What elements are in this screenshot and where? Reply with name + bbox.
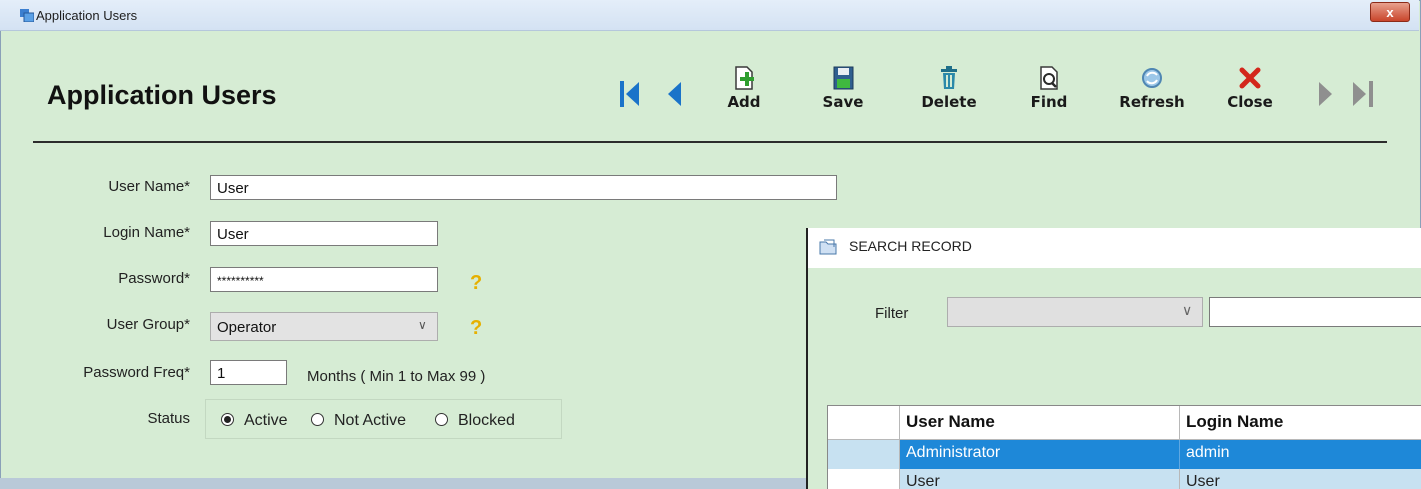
status-label: Status	[147, 410, 190, 427]
next-record-icon	[1319, 82, 1332, 106]
password-field[interactable]: **********	[210, 267, 438, 292]
save-floppy-icon	[833, 66, 854, 90]
delete-label: Delete	[921, 93, 977, 111]
add-record-icon	[735, 66, 754, 90]
header-divider	[33, 141, 1387, 143]
user-name-field[interactable]: User	[210, 175, 837, 200]
filter-label: Filter	[875, 305, 909, 322]
close-button[interactable]: Close	[1222, 64, 1278, 122]
filter-select[interactable]	[947, 297, 1203, 327]
save-label: Save	[822, 93, 864, 111]
add-button[interactable]: Add	[722, 64, 766, 122]
password-freq-label: Password Freq*	[83, 364, 190, 381]
table-row-selector[interactable]	[828, 440, 900, 469]
refresh-icon	[1142, 68, 1162, 88]
first-record-icon	[620, 81, 624, 107]
login-name-label: Login Name*	[103, 224, 190, 241]
filter-text-input[interactable]	[1209, 297, 1421, 327]
close-x-icon: x	[1386, 5, 1394, 20]
table-row-selector[interactable]	[828, 469, 900, 489]
window-title: Application Users	[36, 8, 138, 23]
app-window-icon	[20, 9, 34, 22]
table-row-cell-user-name[interactable]: User	[900, 469, 1180, 489]
user-group-select[interactable]: Operator	[210, 312, 438, 341]
add-label: Add	[727, 93, 761, 111]
first-record-arrow-icon	[626, 82, 639, 106]
user-group-label: User Group*	[106, 316, 190, 333]
chevron-down-icon: ∨	[418, 318, 427, 332]
refresh-button[interactable]: Refresh	[1112, 64, 1192, 122]
status-not-active-radio[interactable]	[311, 413, 324, 426]
last-record-icon	[1369, 81, 1373, 107]
close-x-icon	[1239, 67, 1261, 89]
search-results-grid: User Name Login Name Administrator admin…	[827, 405, 1421, 489]
window-title-bar[interactable]	[0, 0, 1419, 31]
status-not-active-label[interactable]: Not Active	[334, 412, 406, 430]
user-group-value: Operator	[217, 319, 277, 336]
table-row-cell-user-name[interactable]: Administrator	[900, 440, 1180, 469]
status-blocked-label[interactable]: Blocked	[458, 412, 515, 430]
first-record-button[interactable]	[620, 80, 650, 110]
delete-button[interactable]: Delete	[914, 64, 984, 122]
status-active-radio[interactable]	[221, 413, 234, 426]
password-label: Password*	[118, 270, 190, 287]
user-group-help-icon[interactable]: ?	[470, 317, 482, 340]
last-record-button[interactable]	[1350, 80, 1380, 110]
password-help-icon[interactable]: ?	[470, 272, 482, 295]
window-close-button[interactable]: x	[1370, 2, 1410, 22]
refresh-label: Refresh	[1119, 93, 1185, 111]
save-button[interactable]: Save	[818, 64, 868, 122]
find-label: Find	[1030, 93, 1068, 111]
table-row-cell-login-name[interactable]: admin	[1180, 440, 1421, 469]
column-header-login-name[interactable]: Login Name	[1180, 406, 1421, 440]
prev-record-button[interactable]	[664, 80, 686, 110]
close-label: Close	[1227, 93, 1273, 111]
status-blocked-radio[interactable]	[435, 413, 448, 426]
user-name-label: User Name*	[108, 178, 190, 195]
next-record-button[interactable]	[1316, 80, 1338, 110]
login-name-field[interactable]: User	[210, 221, 438, 246]
prev-record-icon	[668, 82, 681, 106]
column-header-user-name[interactable]: User Name	[900, 406, 1180, 440]
find-button[interactable]: Find	[1024, 64, 1074, 122]
password-freq-field[interactable]: 1	[210, 360, 287, 385]
page-title: Application Users	[47, 80, 277, 110]
last-record-arrow-icon	[1353, 82, 1366, 106]
search-record-icon	[819, 239, 837, 255]
chevron-down-icon: ∨	[1182, 302, 1193, 318]
find-magnifier-icon	[1040, 66, 1058, 90]
table-row-cell-login-name[interactable]: User	[1180, 469, 1421, 489]
status-active-label[interactable]: Active	[244, 412, 288, 430]
password-freq-hint: Months ( Min 1 to Max 99 )	[307, 368, 486, 385]
delete-bin-icon	[941, 66, 957, 89]
window-bottom-border	[0, 478, 806, 489]
search-dialog-title: SEARCH RECORD	[849, 238, 972, 254]
grid-row-header-corner	[828, 406, 900, 440]
